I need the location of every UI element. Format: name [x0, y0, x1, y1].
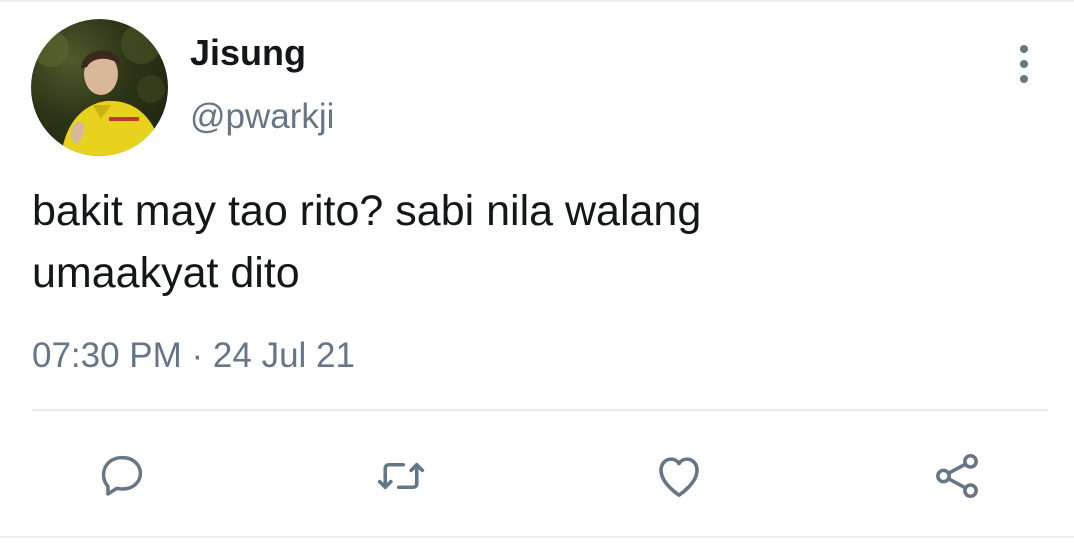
- retweet-icon: [377, 462, 425, 490]
- more-options-button[interactable]: [1005, 42, 1043, 86]
- bottom-divider: [0, 536, 1074, 538]
- divider: [32, 409, 1048, 411]
- heart-icon: [659, 457, 699, 497]
- user-handle[interactable]: @pwarkji: [190, 94, 334, 140]
- tweet-text-line: bakit may tao rito? sabi nila walang: [32, 187, 702, 235]
- share-icon: [936, 453, 978, 499]
- avatar[interactable]: [31, 19, 168, 156]
- display-name[interactable]: Jisung: [190, 30, 306, 76]
- reply-button[interactable]: [94, 448, 150, 504]
- more-dot-icon: [1020, 60, 1028, 68]
- retweet-button[interactable]: [373, 448, 429, 504]
- top-divider: [0, 0, 1074, 2]
- tweet-text-line: umaakyat dito: [32, 249, 300, 297]
- like-button[interactable]: [651, 448, 707, 504]
- share-button[interactable]: [929, 448, 985, 504]
- avatar-image: [33, 24, 165, 156]
- more-dot-icon: [1020, 75, 1028, 83]
- tweet-text: bakit may tao rito? sabi nila walang uma…: [32, 180, 1032, 304]
- reply-icon: [101, 455, 143, 496]
- tweet-timestamp[interactable]: 07:30 PM · 24 Jul 21: [32, 333, 355, 379]
- more-dot-icon: [1020, 45, 1028, 53]
